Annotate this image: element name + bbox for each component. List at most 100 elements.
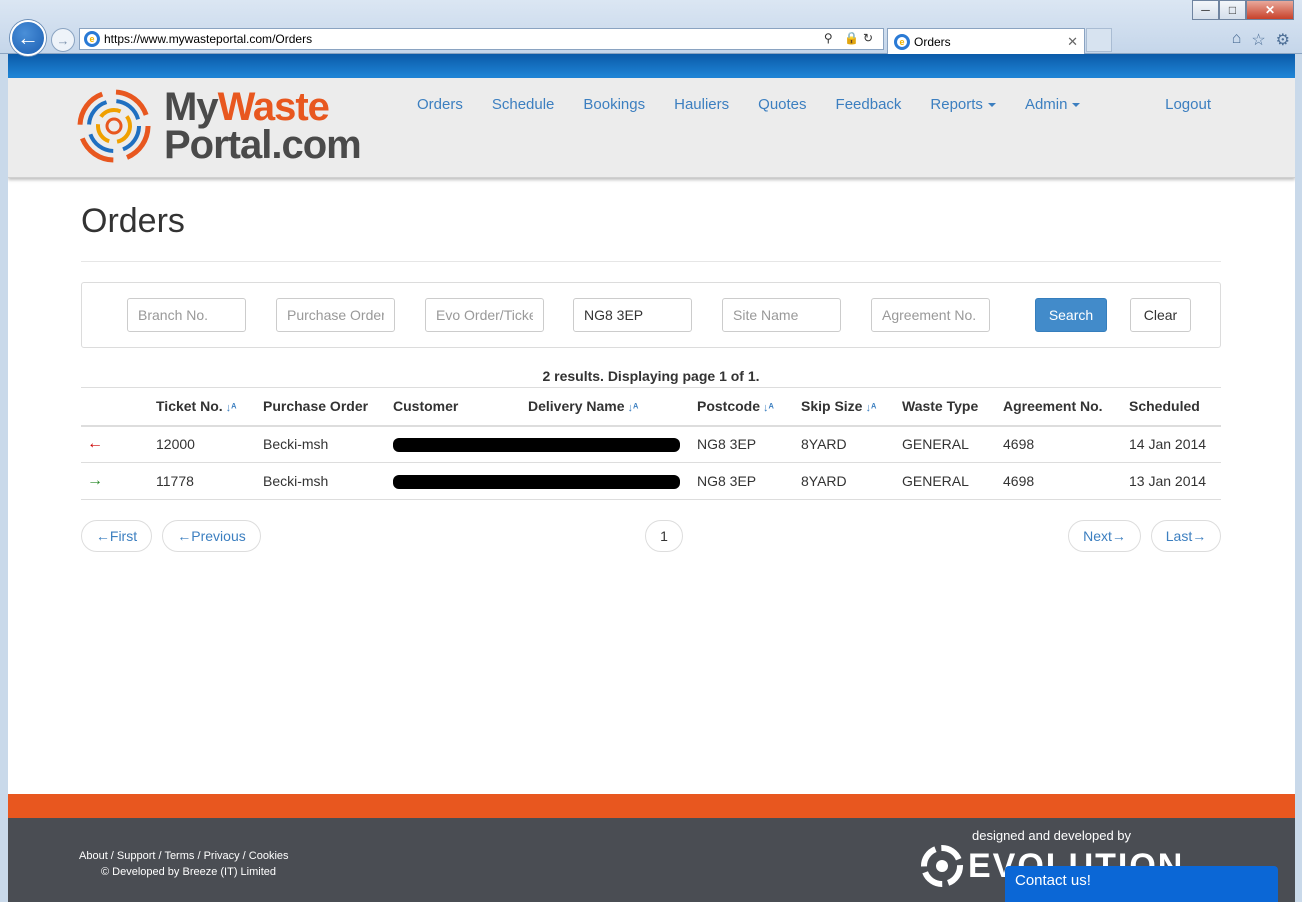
cell-postcode: NG8 3EP [691, 425, 795, 463]
main-nav: Orders Schedule Bookings Hauliers Quotes… [417, 96, 1109, 113]
footer: About / Support / Terms / Privacy / Cook… [8, 818, 1295, 902]
clear-button[interactable]: Clear [1130, 298, 1191, 332]
sort-icon[interactable]: ↓ᴬ [628, 402, 639, 414]
col-purchase-order: Purchase Order [257, 387, 387, 427]
designed-by-text: designed and developed by [972, 828, 1132, 843]
address-tools[interactable]: ⚲ 🔒↻ [824, 31, 877, 45]
footer-link-support[interactable]: Support [117, 850, 156, 862]
col-direction [81, 387, 150, 427]
evolution-swirl-icon [921, 845, 963, 887]
footer-links: About / Support / Terms / Privacy / Cook… [79, 850, 289, 862]
footer-link-privacy[interactable]: Privacy [204, 850, 240, 862]
close-tab-icon[interactable]: ✕ [1067, 34, 1078, 50]
col-ticket-no[interactable]: Ticket No. ↓ᴬ [150, 387, 257, 427]
sort-icon[interactable]: ↓ᴬ [226, 402, 237, 414]
nav-feedback[interactable]: Feedback [836, 96, 902, 113]
cell-waste-type: GENERAL [896, 425, 997, 463]
cell-postcode: NG8 3EP [691, 462, 795, 500]
branch-no-input[interactable] [127, 298, 246, 332]
site-name-input[interactable] [722, 298, 841, 332]
nav-admin-dropdown[interactable]: Admin [1025, 96, 1081, 113]
close-window-button[interactable]: ✕ [1246, 0, 1294, 20]
first-page-button[interactable]: ←First [81, 520, 152, 552]
col-postcode[interactable]: Postcode ↓ᴬ [691, 387, 795, 427]
nav-quotes[interactable]: Quotes [758, 96, 806, 113]
logo-text: MyWaste Portal.com [164, 87, 362, 167]
caret-down-icon [987, 103, 996, 108]
logout-link[interactable]: Logout [1165, 96, 1211, 113]
last-page-button[interactable]: Last→ [1151, 520, 1221, 552]
favorites-star-icon[interactable]: ☆ [1251, 30, 1265, 50]
cell-customer-delivery [387, 462, 691, 500]
new-tab-button[interactable] [1086, 28, 1112, 52]
maximize-button[interactable]: □ [1219, 0, 1246, 20]
orders-table: Ticket No. ↓ᴬ Purchase Order Customer Del… [81, 387, 1221, 500]
nav-hauliers[interactable]: Hauliers [674, 96, 729, 113]
cell-agreement: 4698 [997, 425, 1123, 463]
minimize-button[interactable]: ─ [1192, 0, 1219, 20]
col-skip-size-label: Skip Size [801, 398, 863, 415]
nav-bookings[interactable]: Bookings [583, 96, 645, 113]
purchase-order-input[interactable] [276, 298, 395, 332]
gear-icon[interactable]: ⚙ [1276, 30, 1290, 50]
tab-orders[interactable]: e Orders ✕ [887, 28, 1085, 54]
refresh-icon[interactable]: ↻ [863, 31, 877, 45]
col-waste-type: Waste Type [896, 387, 997, 427]
results-summary: 2 results. Displaying page 1 of 1. [542, 368, 760, 384]
site-logo[interactable]: MyWaste Portal.com [74, 86, 362, 167]
address-bar[interactable]: e https://www.mywasteportal.com/Orders ⚲… [79, 28, 884, 50]
window-controls: ─ □ ✕ [1192, 0, 1294, 20]
page-number-button[interactable]: 1 [645, 520, 683, 552]
footer-link-terms[interactable]: Terms [164, 850, 194, 862]
home-icon[interactable]: ⌂ [1232, 30, 1242, 50]
table-row[interactable]: → 11778 Becki-msh NG8 3EP 8YARD GENERAL … [81, 462, 1221, 500]
url-host: mywasteportal.com [168, 32, 273, 46]
pagination: ←First ←Previous 1 Next→ Last→ [81, 520, 1221, 554]
arrow-right-icon: → [87, 472, 103, 489]
col-skip-size[interactable]: Skip Size ↓ᴬ [795, 387, 896, 427]
footer-copyright: © Developed by Breeze (IT) Limited [101, 866, 277, 878]
cell-ticket: 12000 [150, 425, 257, 463]
nav-schedule[interactable]: Schedule [492, 96, 555, 113]
sort-icon[interactable]: ↓ᴬ [865, 402, 876, 414]
top-stripe [8, 54, 1295, 78]
tab-title: Orders [914, 34, 951, 49]
cell-purchase-order: Becki-msh [257, 462, 387, 500]
col-scheduled: Scheduled [1123, 387, 1221, 427]
contact-us-button[interactable]: Contact us! [1005, 866, 1278, 902]
evo-order-input[interactable] [425, 298, 544, 332]
sort-icon[interactable]: ↓ᴬ [763, 402, 774, 414]
logo-portal: Portal.com [164, 123, 362, 167]
postcode-input[interactable] [573, 298, 692, 332]
nav-orders[interactable]: Orders [417, 96, 463, 113]
ie-logo-icon: e [84, 31, 100, 47]
forward-button[interactable]: → [51, 28, 75, 52]
url-prefix: https://www. [104, 32, 169, 46]
nav-admin-label: Admin [1024, 96, 1068, 113]
next-page-button[interactable]: Next→ [1068, 520, 1141, 552]
search-button[interactable]: Search [1035, 298, 1107, 332]
window-border [1295, 54, 1302, 902]
back-button[interactable]: ← [10, 20, 46, 56]
cell-customer-delivery [387, 425, 691, 463]
col-ticket-no-label: Ticket No. [156, 398, 223, 415]
col-delivery-name[interactable]: Delivery Name ↓ᴬ [522, 387, 691, 427]
agreement-no-input[interactable] [871, 298, 990, 332]
table-row[interactable]: ← 12000 Becki-msh NG8 3EP 8YARD GENERAL … [81, 425, 1221, 463]
col-postcode-label: Postcode [697, 398, 761, 415]
previous-page-button[interactable]: ←Previous [162, 520, 261, 552]
footer-link-cookies[interactable]: Cookies [249, 850, 289, 862]
cell-scheduled: 13 Jan 2014 [1123, 462, 1221, 500]
filter-panel: Search Clear [81, 282, 1221, 348]
cell-waste-type: GENERAL [896, 462, 997, 500]
col-agreement-no: Agreement No. [997, 387, 1123, 427]
col-delivery-name-label: Delivery Name [528, 398, 625, 415]
footer-link-about[interactable]: About [79, 850, 108, 862]
redacted-bar [393, 475, 680, 490]
page-viewport: MyWaste Portal.com Orders Schedule Booki… [8, 54, 1295, 902]
nav-reports-dropdown[interactable]: Reports [930, 96, 996, 113]
browser-chrome: ← → e https://www.mywasteportal.com/Orde… [0, 0, 1302, 56]
search-icon[interactable]: ⚲ [824, 31, 837, 45]
footer-stripe [8, 794, 1295, 818]
lock-icon[interactable]: 🔒 [844, 31, 863, 45]
